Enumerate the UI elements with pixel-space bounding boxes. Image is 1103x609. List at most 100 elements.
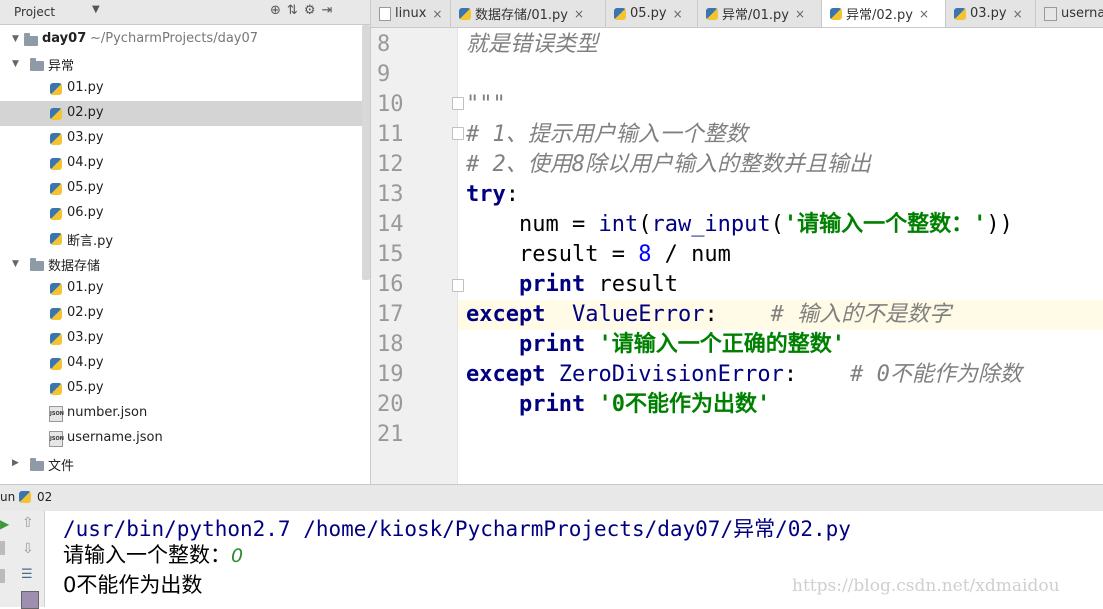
keyword: except: [466, 302, 546, 327]
expanded-arrow-icon[interactable]: ▼: [12, 59, 19, 69]
tab-03[interactable]: 03.py ×: [946, 0, 1036, 27]
project-scrollbar[interactable]: [362, 25, 370, 280]
tab-linux[interactable]: linux ×: [371, 0, 451, 27]
run-toolbar: ▶ ⇧ ⇩ ☰: [0, 511, 45, 609]
tab-username[interactable]: userna: [1036, 0, 1103, 27]
comment: # 输入的不是数字: [770, 302, 952, 327]
tab-label: 异常/02.py: [846, 8, 913, 23]
builtin: int: [598, 212, 639, 237]
fold-marker-icon[interactable]: [452, 279, 464, 292]
tree-file[interactable]: 06.py: [0, 201, 370, 226]
tree-file[interactable]: 断言.py: [0, 226, 370, 251]
python-file-icon: [50, 158, 62, 170]
python-file-icon: [50, 358, 62, 370]
pause-icon[interactable]: [0, 569, 5, 583]
tree-file-selected[interactable]: 02.py: [0, 101, 370, 126]
close-icon[interactable]: ×: [432, 7, 442, 21]
tree-root[interactable]: ▼ day07 ~/PycharmProjects/day07: [0, 26, 370, 51]
json-file-icon: JSON: [49, 406, 64, 422]
tree-file[interactable]: JSON username.json: [0, 426, 370, 451]
tab-label: 异常/01.py: [722, 8, 789, 23]
tree-folder-wenjian[interactable]: ▶ 文件: [0, 451, 370, 476]
tree-file[interactable]: 05.py: [0, 376, 370, 401]
tree-folder-shuju[interactable]: ▼ 数据存储: [0, 251, 370, 276]
soft-wrap-icon[interactable]: ☰: [21, 567, 33, 582]
code-line-16: print result: [466, 270, 678, 300]
run-config-name[interactable]: 02: [37, 490, 52, 504]
python-file-icon: [614, 7, 626, 20]
fold-marker-icon[interactable]: [452, 127, 464, 140]
python-file-icon: [50, 83, 62, 95]
tree-file[interactable]: 02.py: [0, 301, 370, 326]
python-file-icon: [50, 208, 62, 220]
console-prompt: 请输入一个整数：: [63, 543, 231, 567]
rerun-icon[interactable]: ▶: [0, 517, 9, 531]
collapsed-arrow-icon[interactable]: ▶: [12, 458, 19, 468]
code-text: num =: [466, 212, 599, 237]
line-number: 8: [377, 32, 391, 57]
arrow-up-icon[interactable]: ⇧: [22, 515, 34, 531]
number: 8: [638, 242, 652, 267]
file-label: 02.py: [67, 105, 104, 120]
close-icon[interactable]: ×: [919, 7, 929, 21]
file-label: 01.py: [67, 80, 104, 95]
tree-file[interactable]: 01.py: [0, 276, 370, 301]
gear-icon[interactable]: ⚙: [304, 3, 316, 18]
docstring-text: 就是错误类型: [466, 32, 599, 57]
python-file-icon: [50, 308, 62, 320]
folder-label: 异常: [48, 59, 75, 74]
tree-file[interactable]: 03.py: [0, 326, 370, 351]
tree-file[interactable]: 04.py: [0, 151, 370, 176]
tree-folder-yichang[interactable]: ▼ 异常: [0, 51, 370, 76]
tree-file[interactable]: JSON number.json: [0, 401, 370, 426]
close-icon[interactable]: ×: [795, 7, 805, 21]
close-icon[interactable]: ×: [574, 7, 584, 21]
tab-shuju-01[interactable]: 数据存储/01.py ×: [451, 0, 606, 27]
json-file-icon: JSON: [49, 431, 64, 447]
file-label: number.json: [67, 405, 148, 420]
expanded-arrow-icon[interactable]: ▼: [12, 259, 19, 269]
tree-file[interactable]: 03.py: [0, 126, 370, 151]
collapse-icon[interactable]: ⇅: [287, 3, 298, 18]
comment: # 1、提示用户输入一个整数: [466, 122, 748, 147]
file-label: 05.py: [67, 380, 104, 395]
fold-marker-icon[interactable]: [452, 97, 464, 110]
scroll-to-end-icon[interactable]: [21, 591, 39, 609]
stop-icon[interactable]: [0, 541, 5, 555]
tree-file[interactable]: 05.py: [0, 176, 370, 201]
close-icon[interactable]: ×: [1013, 7, 1023, 21]
tab-yichang-02[interactable]: 异常/02.py ×: [822, 0, 946, 27]
hide-icon[interactable]: ⇥: [321, 3, 332, 18]
locate-icon[interactable]: ⊕: [270, 3, 281, 18]
arrow-down-icon[interactable]: ⇩: [22, 541, 34, 557]
line-number: 21: [377, 422, 404, 447]
console-output: 0不能作为出数: [63, 573, 203, 597]
root-path: ~/PycharmProjects/day07: [90, 31, 259, 46]
tab-label: 数据存储/01.py: [475, 8, 568, 23]
line-number: 16: [377, 272, 404, 297]
comment: # 2、使用8除以用户输入的整数并且输出: [466, 152, 871, 177]
tree-file[interactable]: 01.py: [0, 76, 370, 101]
code-line-18: print '请输入一个正确的整数': [466, 330, 845, 360]
close-icon[interactable]: ×: [673, 7, 683, 21]
python-file-icon: [50, 383, 62, 395]
project-title[interactable]: Project: [14, 5, 55, 19]
tab-yichang-01[interactable]: 异常/01.py ×: [698, 0, 822, 27]
chevron-down-icon[interactable]: ▼: [92, 4, 100, 15]
exception-name: ValueError: [571, 302, 705, 327]
expanded-arrow-icon[interactable]: ▼: [12, 34, 19, 44]
keyword: print: [518, 332, 586, 357]
tab-05[interactable]: 05.py ×: [606, 0, 698, 27]
root-name: day07: [42, 31, 87, 46]
code-line-10: """: [466, 90, 506, 120]
project-panel: Project ▼ ⊕ ⇅ ⚙ ⇥ ▼ day07 ~/PycharmProje…: [0, 0, 371, 484]
python-file-icon: [50, 108, 62, 120]
folder-icon: [30, 258, 44, 271]
tree-file[interactable]: 04.py: [0, 351, 370, 376]
editor-tab-bar: linux × 数据存储/01.py × 05.py × 异常/01.py × …: [371, 0, 1103, 28]
line-number: 9: [377, 62, 391, 87]
file-label: 05.py: [67, 180, 104, 195]
file-label: username.json: [67, 430, 163, 445]
line-number: 11: [377, 122, 404, 147]
keyword: try: [466, 182, 506, 207]
